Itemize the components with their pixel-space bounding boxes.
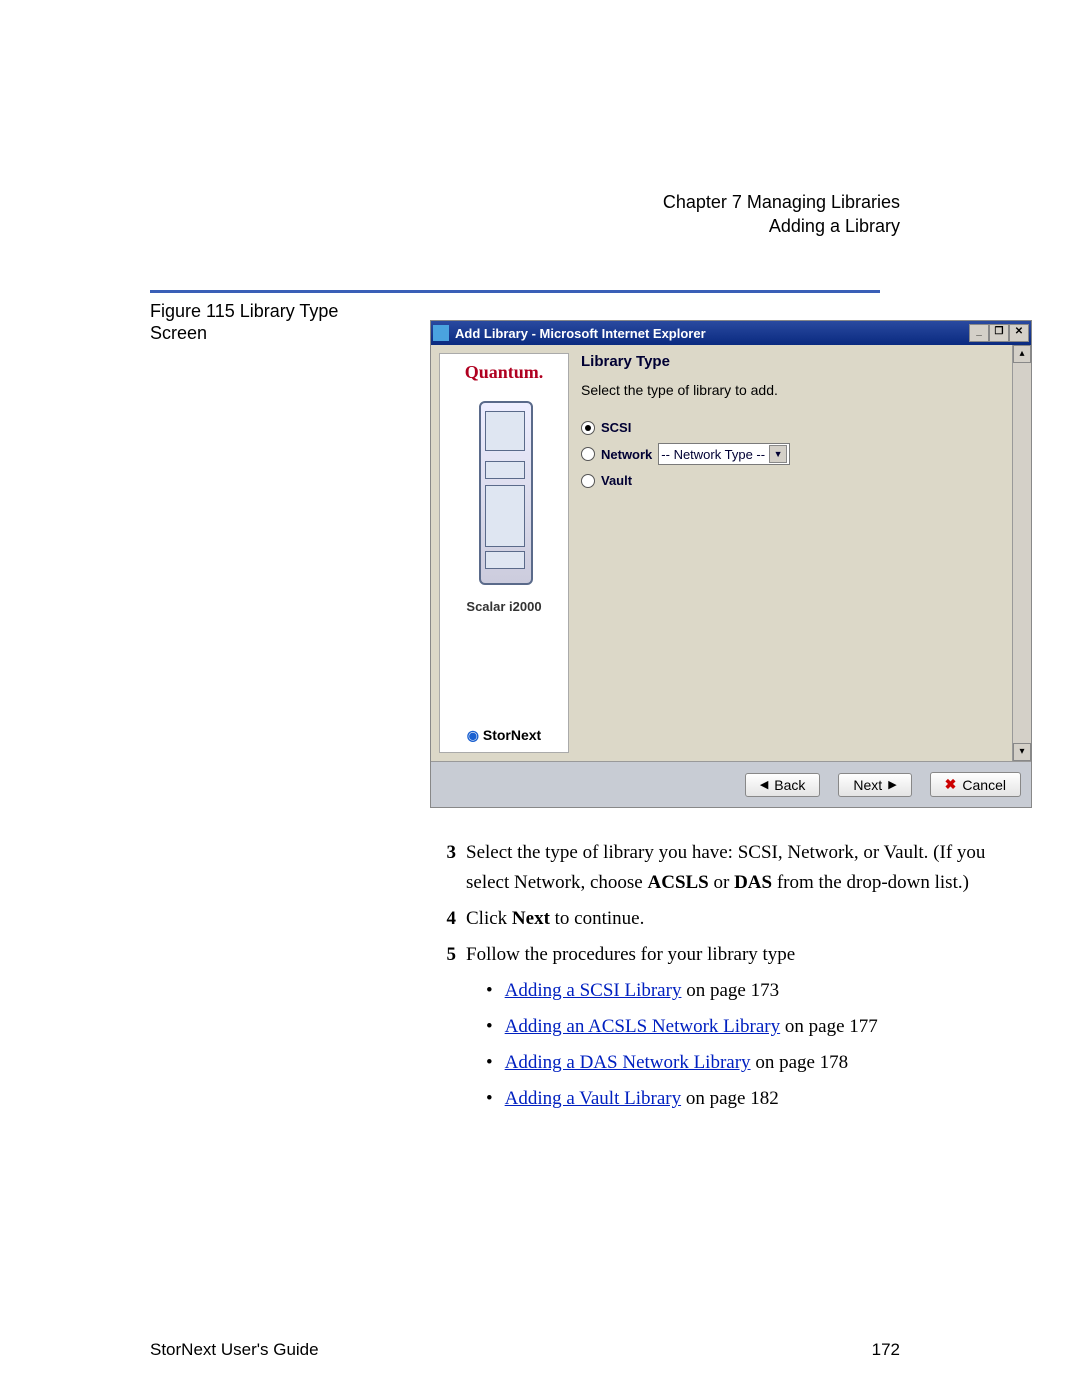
page-header: Chapter 7 Managing Libraries Adding a Li… — [663, 190, 900, 238]
radio-icon[interactable] — [581, 447, 595, 461]
radio-scsi-label: SCSI — [601, 420, 631, 435]
list-item: Adding an ACSLS Network Library on page … — [486, 1012, 1030, 1042]
instruction-text: 3 Select the type of library you have: S… — [430, 838, 1030, 1114]
wizard-content: Library Type Select the type of library … — [569, 353, 1023, 753]
device-illustration — [469, 401, 539, 591]
list-item: Adding a SCSI Library on page 173 — [486, 976, 1030, 1006]
network-type-select[interactable]: -- Network Type -- ▼ — [658, 443, 790, 465]
footer-title: StorNext User's Guide — [150, 1340, 319, 1360]
screenshot-window: Add Library - Microsoft Internet Explore… — [430, 320, 1030, 808]
stornext-logo: ◉ StorNext — [467, 727, 541, 744]
step-3: 3 Select the type of library you have: S… — [430, 838, 1030, 898]
chapter-label: Chapter 7 Managing Libraries — [663, 192, 900, 212]
page-number: 172 — [872, 1340, 900, 1360]
content-title: Library Type — [581, 353, 1011, 370]
arrow-left-icon: ◀ — [760, 778, 768, 791]
header-rule — [150, 290, 880, 293]
restore-button[interactable]: ❐ — [989, 324, 1009, 342]
section-label: Adding a Library — [769, 216, 900, 236]
radio-network[interactable]: Network -- Network Type -- ▼ — [581, 443, 1011, 465]
radio-icon[interactable] — [581, 421, 595, 435]
figure-caption: Figure 115 Library Type Screen — [150, 300, 370, 344]
device-label: Scalar i2000 — [466, 599, 541, 614]
link-vault[interactable]: Adding a Vault Library — [505, 1088, 681, 1109]
window-titlebar[interactable]: Add Library - Microsoft Internet Explore… — [431, 321, 1031, 345]
radio-icon[interactable] — [581, 474, 595, 488]
sub-procedures: Adding a SCSI Library on page 173 Adding… — [486, 976, 1030, 1114]
window-title: Add Library - Microsoft Internet Explore… — [455, 326, 706, 341]
step-5: 5 Follow the procedures for your library… — [430, 940, 1030, 970]
chevron-down-icon[interactable]: ▼ — [769, 445, 787, 463]
minimize-button[interactable]: _ — [969, 324, 989, 342]
wizard-sidebar: Quantum. Scalar i2000 ◉ StorNext — [439, 353, 569, 753]
list-item: Adding a Vault Library on page 182 — [486, 1084, 1030, 1114]
next-button[interactable]: Next▶ — [838, 773, 911, 797]
ie-icon — [433, 325, 449, 341]
content-intro: Select the type of library to add. — [581, 382, 1011, 398]
scroll-down-icon[interactable]: ▾ — [1013, 743, 1031, 761]
x-icon: ✖ — [945, 776, 957, 793]
cancel-button[interactable]: ✖Cancel — [930, 772, 1021, 797]
radio-vault-label: Vault — [601, 473, 632, 488]
scroll-up-icon[interactable]: ▴ — [1013, 345, 1031, 363]
quantum-logo: Quantum. — [465, 362, 544, 383]
page-footer: StorNext User's Guide 172 — [150, 1340, 900, 1360]
wizard-buttons: ◀Back Next▶ ✖Cancel — [431, 761, 1031, 807]
radio-vault[interactable]: Vault — [581, 473, 1011, 488]
arrow-right-icon: ▶ — [888, 778, 896, 791]
back-button[interactable]: ◀Back — [745, 773, 821, 797]
link-scsi[interactable]: Adding a SCSI Library — [505, 980, 682, 1001]
vertical-scrollbar[interactable]: ▴ ▾ — [1012, 345, 1031, 761]
close-button[interactable]: ✕ — [1009, 324, 1029, 342]
link-das[interactable]: Adding a DAS Network Library — [505, 1052, 751, 1073]
link-acsls[interactable]: Adding an ACSLS Network Library — [505, 1016, 780, 1037]
network-type-value: -- Network Type -- — [661, 447, 765, 462]
list-item: Adding a DAS Network Library on page 178 — [486, 1048, 1030, 1078]
radio-network-label: Network — [601, 447, 652, 462]
radio-scsi[interactable]: SCSI — [581, 420, 1011, 435]
step-4: 4 Click Next to continue. — [430, 904, 1030, 934]
